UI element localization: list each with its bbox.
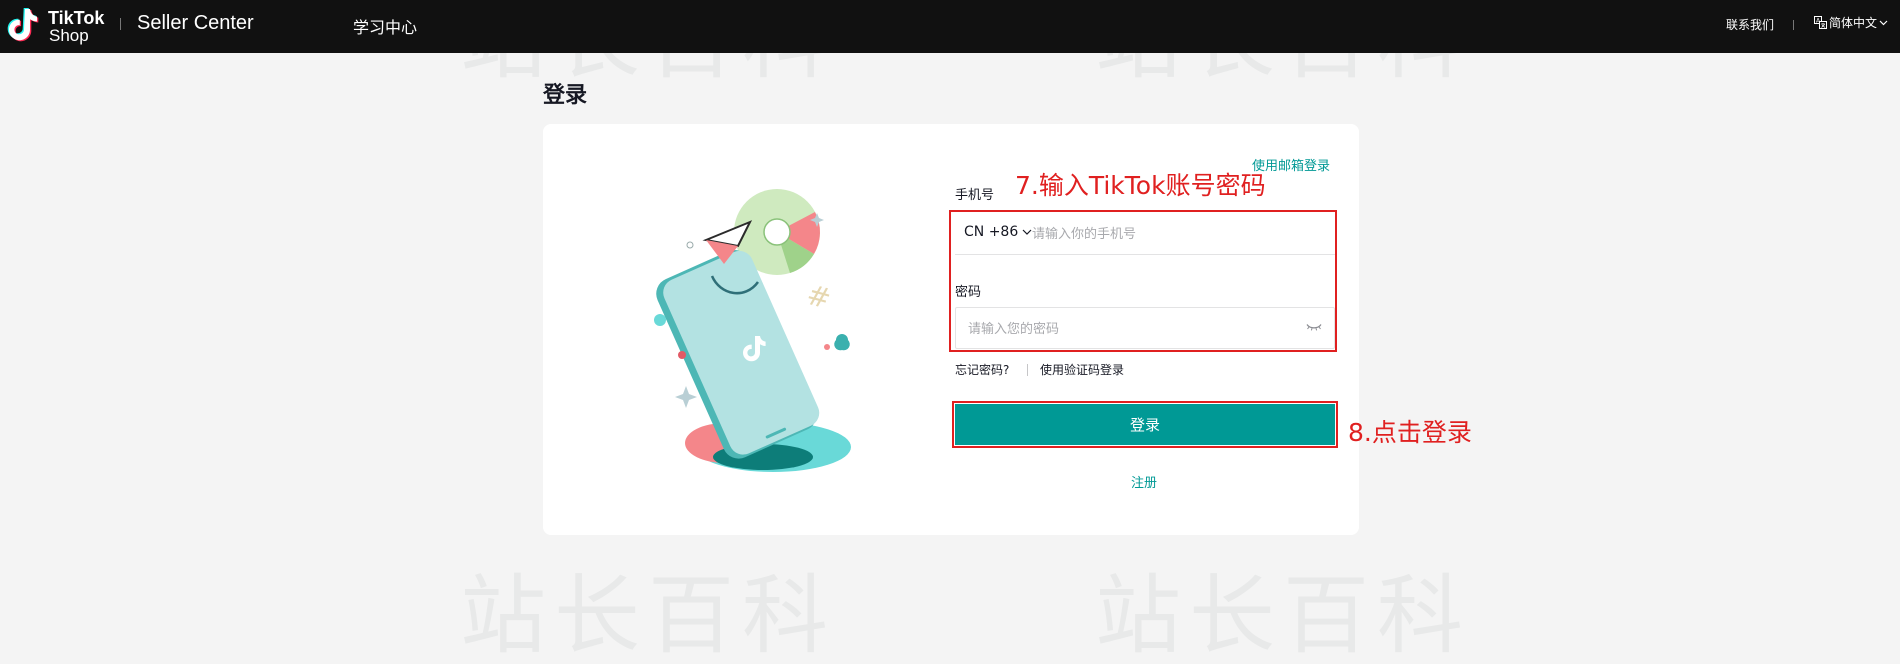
tiktok-logo-icon [7,8,39,42]
logo-tiktok-text: TikTok [48,8,105,28]
language-label: 简体中文 [1829,16,1878,30]
logo-wordmark: TikTok Shop [48,8,105,45]
nav-learning-center[interactable]: 学习中心 [353,14,417,38]
watermark: 站长百科 [1095,566,1471,664]
product-title[interactable]: Seller Center [137,12,254,35]
annotation-step-8: 8.点击登录 [1348,418,1472,447]
header-divider [1793,20,1794,30]
language-selector[interactable]: A 简体中文 [1814,14,1888,31]
svg-text:#: # [803,278,834,316]
header-divider [120,18,121,30]
annotation-highlight-credentials [949,210,1337,352]
register-link[interactable]: 注册 [1131,472,1157,491]
contact-us-link[interactable]: 联系我们 [1726,16,1774,33]
page-title: 登录 [543,83,588,108]
tiktok-shop-logo[interactable]: TikTok Shop [6,6,106,46]
chevron-down-icon [1879,20,1888,25]
switch-to-email-login-link[interactable]: 使用邮箱登录 [1252,155,1330,174]
phone-label: 手机号 [955,188,995,203]
phone-illustration: # [654,189,851,472]
translate-icon: A [1814,16,1827,29]
link-divider [1027,364,1028,376]
top-navigation-bar: TikTok Shop Seller Center 学习中心 联系我们 A 简体… [0,0,1900,53]
watermark: 站长百科 [460,566,836,664]
logo-shop-text: Shop [49,26,89,45]
annotation-highlight-login [952,401,1338,448]
annotation-step-7: 7.输入TikTok账号密码 [1015,171,1266,200]
verification-code-login-link[interactable]: 使用验证码登录 [1040,361,1124,378]
forgot-password-link[interactable]: 忘记密码? [955,361,1009,378]
